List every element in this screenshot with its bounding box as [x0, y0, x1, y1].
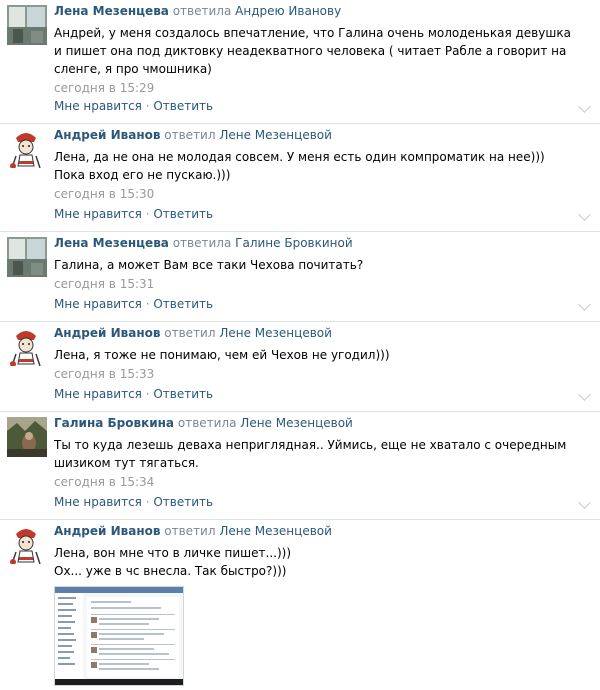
like-link[interactable]: Мне нравится [54, 387, 142, 401]
action-separator: · [141, 387, 154, 401]
comment-text: Лена, я тоже не понимаю, чем ей Чехов не… [54, 348, 390, 362]
like-link[interactable]: Мне нравится [54, 297, 142, 311]
comment-item: Андрей Иванов ответил Лене Мезенцевой Ле… [0, 322, 600, 412]
reply-verb: ответила [172, 4, 232, 18]
avatar[interactable] [6, 326, 46, 366]
reply-target-link[interactable]: Лене Мезенцевой [219, 524, 332, 538]
comment-text: Андрей, у меня создалось впечатление, чт… [54, 26, 571, 76]
comment-item: Лена Мезенцева ответила Галине Бровкиной… [0, 232, 600, 322]
comment-header: Андрей Иванов ответил Лене Мезенцевой [54, 128, 600, 142]
avatar[interactable] [6, 524, 46, 564]
reply-verb: ответила [172, 236, 232, 250]
comment-date[interactable]: сегодня в 15:29 [54, 81, 600, 95]
comment-header: Лена Мезенцева ответила Галине Бровкиной [54, 236, 600, 250]
comment-text: Лена, вон мне что в личке пишет...))) Ох… [54, 544, 600, 580]
comment-text: Ты то куда лезешь деваха непригляднaя.. … [54, 438, 567, 470]
author-link[interactable]: Лена Мезенцева [54, 4, 169, 18]
reply-target-link[interactable]: Лене Мезенцевой [219, 326, 332, 340]
like-link[interactable]: Мне нравится [54, 207, 142, 221]
author-link[interactable]: Лена Мезенцева [54, 236, 169, 250]
author-link[interactable]: Андрей Иванов [54, 128, 160, 142]
avatar[interactable] [7, 417, 47, 457]
comment-actions: Мне нравится · Ответить [54, 297, 213, 311]
cartoon-avatar-icon [6, 524, 46, 564]
comment-item: Андрей Иванов ответил Лене Мезенцевой Ле… [0, 520, 600, 690]
comment-text: Галина, а может Вам все таки Чехова почи… [54, 258, 364, 272]
comment-date[interactable]: сегодня в 15:33 [54, 367, 600, 381]
author-link[interactable]: Андрей Иванов [54, 524, 160, 538]
comment-header: Андрей Иванов ответил Лене Мезенцевой [54, 326, 600, 340]
reply-verb: ответила [177, 416, 237, 430]
avatar[interactable] [7, 237, 47, 277]
like-link[interactable]: Мне нравится [54, 495, 142, 509]
comment-actions: Мне нравится · Ответить [54, 207, 213, 221]
reply-verb: ответил [164, 524, 216, 538]
comment-actions: Мне нравится · Ответить [54, 99, 213, 113]
screenshot-thumbnail-icon [55, 587, 183, 685]
reply-target-link[interactable]: Лене Мезенцевой [240, 416, 353, 430]
reply-target-link[interactable]: Андрею Иванову [235, 4, 341, 18]
action-separator: · [141, 495, 154, 509]
reply-target-link[interactable]: Лене Мезенцевой [219, 128, 332, 142]
action-separator: · [141, 297, 154, 311]
comments-feed: Лена Мезенцева ответила Андрею Иванову А… [0, 0, 600, 690]
comment-actions: Мне нравится · Ответить [54, 387, 213, 401]
comment-actions: Мне нравится · Ответить [54, 495, 213, 509]
reply-verb: ответил [164, 128, 216, 142]
attachment-screenshot[interactable] [54, 586, 184, 686]
action-separator: · [141, 207, 154, 221]
comment-item: Галина Бровкина ответила Лене Мезенцевой… [0, 412, 600, 520]
comment-date[interactable]: сегодня в 15:34 [54, 475, 600, 489]
photo-forest-avatar-icon [7, 417, 47, 457]
comment-item: Андрей Иванов ответил Лене Мезенцевой Ле… [0, 124, 600, 232]
comment-header: Андрей Иванов ответил Лене Мезенцевой [54, 524, 600, 538]
reply-link[interactable]: Ответить [153, 99, 213, 113]
comment-item: Лена Мезенцева ответила Андрею Иванову А… [0, 0, 600, 124]
comment-header: Лена Мезенцева ответила Андрею Иванову [54, 4, 600, 18]
comment-date[interactable]: сегодня в 15:31 [54, 277, 600, 291]
cartoon-avatar-icon [6, 128, 46, 168]
action-separator: · [141, 99, 154, 113]
author-link[interactable]: Галина Бровкина [54, 416, 174, 430]
reply-link[interactable]: Ответить [153, 387, 213, 401]
comment-text: Лена, да не она не молодая совсем. У мен… [54, 150, 545, 182]
photo-window-avatar-icon [7, 5, 47, 45]
photo-window-avatar-icon [7, 237, 47, 277]
avatar[interactable] [7, 5, 47, 45]
reply-verb: ответил [164, 326, 216, 340]
like-link[interactable]: Мне нравится [54, 99, 142, 113]
reply-link[interactable]: Ответить [153, 297, 213, 311]
cartoon-avatar-icon [6, 326, 46, 366]
reply-link[interactable]: Ответить [153, 495, 213, 509]
reply-target-link[interactable]: Галине Бровкиной [235, 236, 352, 250]
comment-text-line: Лена, вон мне что в личке пишет...))) [54, 546, 292, 560]
reply-link[interactable]: Ответить [153, 207, 213, 221]
author-link[interactable]: Андрей Иванов [54, 326, 160, 340]
comment-date[interactable]: сегодня в 15:30 [54, 187, 600, 201]
comment-header: Галина Бровкина ответила Лене Мезенцевой [54, 416, 600, 430]
comment-text-line: Ох... уже в чс внесла. Так быстро?))) [54, 564, 287, 578]
avatar[interactable] [6, 128, 46, 168]
